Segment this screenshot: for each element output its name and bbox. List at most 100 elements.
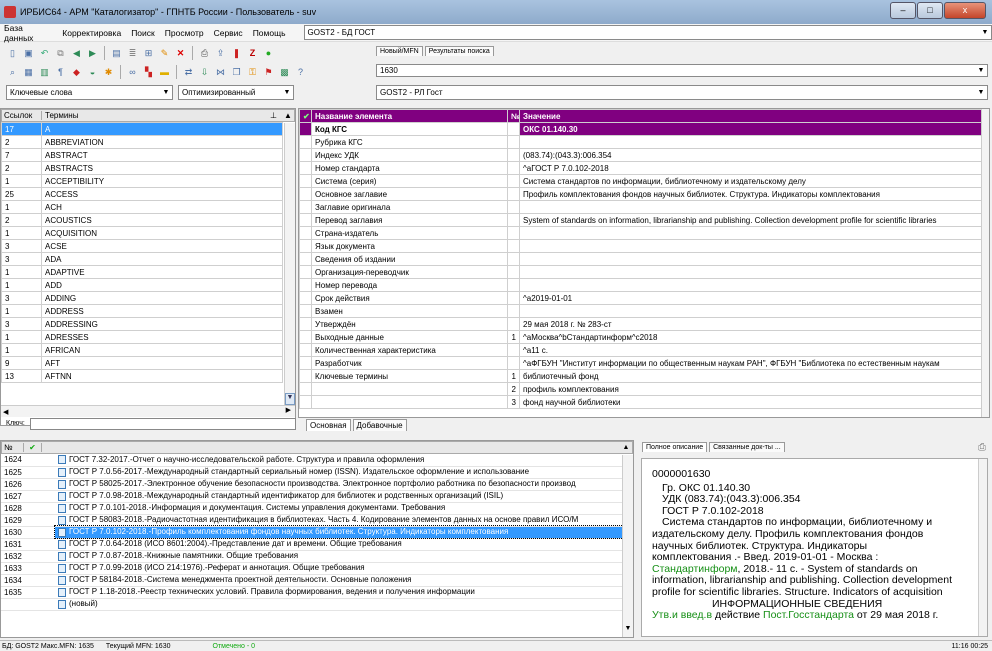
field-value[interactable]: профиль комплектования <box>519 382 983 396</box>
result-row[interactable]: 1627 ГОСТ Р 7.0.98-2018.-Международный ст… <box>1 490 623 503</box>
menu-edit[interactable]: Корректировка <box>62 28 121 38</box>
field-value[interactable] <box>519 304 983 318</box>
mfn-input[interactable]: 1630 ▼ <box>376 64 988 77</box>
record-field-row[interactable]: Ключевые термины 1 библиотечный фонд <box>299 369 983 383</box>
record-field-row[interactable]: Выходные данные 1 ^aМосква^bСтандартинформ… <box>299 330 983 344</box>
record-field-row[interactable]: Организация-переводчик <box>299 265 983 279</box>
print-icon[interactable]: ⎙ <box>198 47 211 60</box>
database-select[interactable]: GOST2 - БД ГОСТ ▼ <box>303 25 992 40</box>
menu-database[interactable]: База данных <box>4 23 52 43</box>
menu-view[interactable]: Просмотр <box>165 28 204 38</box>
dictionary-hscroll[interactable]: ◀ ▶ <box>1 405 295 417</box>
key-input[interactable] <box>30 418 296 430</box>
tab-new-mfn[interactable]: Новый/MFN <box>376 46 423 56</box>
chevron-down-icon[interactable]: ▼ <box>160 89 172 96</box>
result-mark[interactable] <box>41 478 55 491</box>
record-field-row[interactable]: Система (серия) Система стандартов по инф… <box>299 174 983 188</box>
result-row[interactable]: 1632 ГОСТ Р 7.0.87-2018.-Книжные памятник… <box>1 550 623 563</box>
list-icon[interactable]: ≣ <box>126 47 139 60</box>
undo-icon[interactable]: ↶ <box>38 47 51 60</box>
result-mark[interactable] <box>41 526 55 539</box>
dictionary-row[interactable]: 1 ADRESSES <box>1 330 283 344</box>
dictionary-row[interactable]: 1 ACQUISITION <box>1 226 283 240</box>
dictionary-row[interactable]: 1 ADAPTIVE <box>1 265 283 279</box>
result-row[interactable]: 1634 ГОСТ Р 58184-2018.-Система менеджмен… <box>1 574 623 587</box>
chevron-down-icon[interactable]: ▼ <box>975 67 987 74</box>
results-scrollbar[interactable]: ▼ <box>622 455 633 637</box>
record-field-row[interactable]: Рубрика КГС <box>299 135 983 149</box>
record-field-row[interactable]: Основное заглавие Профиль комплектования … <box>299 187 983 201</box>
chart-icon[interactable]: ▚ <box>142 66 155 79</box>
record-field-row[interactable]: Перевод заглавия System of standards on i… <box>299 213 983 227</box>
dictionary-row[interactable]: 1 ADD <box>1 278 283 292</box>
dictionary-row[interactable]: 3 ACSE <box>1 239 283 253</box>
format-icon[interactable]: ¶ <box>54 66 67 79</box>
field-value[interactable]: ^aМосква^bСтандартинформ^c2018 <box>519 330 983 344</box>
replace-icon[interactable]: ⇄ <box>182 66 195 79</box>
result-row[interactable]: 1624 ГОСТ 7.32-2017.-Отчет о научно-иссле… <box>1 454 623 467</box>
chevron-down-icon[interactable]: ▼ <box>281 89 293 96</box>
tab-main[interactable]: Основная <box>306 419 351 431</box>
result-row[interactable]: 1628 ГОСТ Р 7.0.101-2018.-Информация и до… <box>1 502 623 515</box>
paste-icon[interactable]: ▤ <box>110 47 123 60</box>
record-field-row[interactable]: Количественная характеристика ^a11 с. <box>299 343 983 357</box>
publisher-link[interactable]: Стандартинформ <box>652 563 738 575</box>
scroll-up-icon[interactable]: ▲ <box>282 111 294 120</box>
bookmark-icon[interactable]: ❚ <box>230 47 243 60</box>
dictionary-row[interactable]: 2 ACOUSTICS <box>1 213 283 227</box>
field-value[interactable] <box>519 200 983 214</box>
merge-icon[interactable]: ⋈ <box>214 66 227 79</box>
field-value[interactable]: Профиль комплектования фондов научных би… <box>519 187 983 201</box>
menu-help[interactable]: Помощь <box>253 28 286 38</box>
field-value[interactable] <box>519 252 983 266</box>
field-value[interactable]: Система стандартов по информации, библио… <box>519 174 983 188</box>
col-count-header[interactable]: Ссылок <box>2 111 42 120</box>
prev-record-icon[interactable]: ◀ <box>70 47 83 60</box>
scroll-down-icon[interactable]: ▼ <box>623 625 633 637</box>
key-icon[interactable]: ⚿ <box>246 66 259 79</box>
result-row[interactable]: 1633 ГОСТ Р 7.0.99-2018 (ИСО 214:1976).-Р… <box>1 562 623 575</box>
dictionary-scrollbar[interactable]: ▼ <box>284 123 295 405</box>
record-field-row[interactable]: Утверждён 29 мая 2018 г. № 283-ст <box>299 317 983 331</box>
new-doc-icon[interactable]: ▯ <box>6 47 19 60</box>
edit-icon[interactable]: ✎ <box>158 47 171 60</box>
result-mark[interactable] <box>41 562 55 575</box>
worksheet-select[interactable]: GOST2 - РЛ Гост ▼ <box>376 85 988 100</box>
field-value[interactable]: ^aГОСТ Р 7.0.102-2018 <box>519 161 983 175</box>
status-icon[interactable]: ● <box>262 47 275 60</box>
dictionary-row[interactable]: 2 ABSTRACTS <box>1 161 283 175</box>
result-mark[interactable] <box>41 514 55 527</box>
record-field-row[interactable]: Номер перевода <box>299 278 983 292</box>
result-mark[interactable] <box>41 538 55 551</box>
dup-icon[interactable]: ❐ <box>230 66 243 79</box>
marker-icon[interactable]: ◆ <box>70 66 83 79</box>
flag-icon[interactable]: ⚑ <box>262 66 275 79</box>
field-value[interactable] <box>519 239 983 253</box>
dictionary-row[interactable]: 3 ADA <box>1 252 283 266</box>
result-mark[interactable] <box>41 598 55 611</box>
z-icon[interactable]: Z <box>246 47 259 60</box>
record-scrollbar[interactable] <box>981 109 989 417</box>
menu-service[interactable]: Сервис <box>214 28 243 38</box>
approval-link[interactable]: Утв.и введ.в <box>652 609 712 621</box>
delete-icon[interactable]: ✕ <box>174 47 187 60</box>
record-field-row[interactable]: Заглавие оригинала <box>299 200 983 214</box>
chevron-down-icon[interactable]: ▼ <box>979 29 991 36</box>
minimize-button[interactable]: – <box>890 2 916 19</box>
chevron-down-icon[interactable]: ▼ <box>975 89 987 96</box>
dictionary-row[interactable]: 1 AFRICAN <box>1 343 283 357</box>
scroll-down-icon[interactable]: ▼ <box>285 393 295 405</box>
record-field-row[interactable]: Страна-издатель <box>299 226 983 240</box>
result-row[interactable]: 1629 ГОСТ Р 58083-2018.-Радиочастотная ид… <box>1 514 623 527</box>
maximize-button[interactable]: □ <box>917 2 943 19</box>
field-value[interactable]: (083.74):(043.3):006.354 <box>519 148 983 162</box>
result-row[interactable]: (новый) <box>1 598 623 611</box>
tab-search-results[interactable]: Результаты поиска <box>424 46 494 56</box>
field-value[interactable]: System of standards on information, libr… <box>519 213 983 227</box>
save-icon[interactable]: ▣ <box>22 47 35 60</box>
field-value[interactable] <box>519 265 983 279</box>
field-value[interactable] <box>519 278 983 292</box>
dictionary-row[interactable]: 1 ADDRESS <box>1 304 283 318</box>
result-mark[interactable] <box>41 502 55 515</box>
folder-icon[interactable]: ▬ <box>158 66 171 79</box>
